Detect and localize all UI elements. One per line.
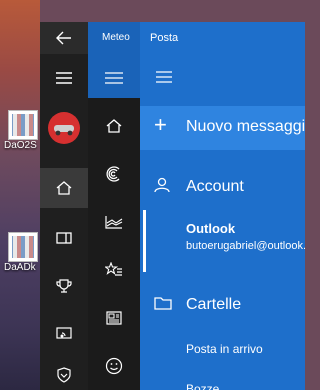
folder-item-inbox[interactable]: Posta in arrivo: [140, 338, 305, 364]
desktop-background: [0, 0, 40, 390]
folder-item-drafts[interactable]: Bozze: [140, 378, 305, 390]
accounts-header[interactable]: Account: [140, 168, 305, 204]
new-message-label: Nuovo messaggio: [186, 118, 305, 135]
person-icon: [154, 177, 170, 193]
broadcast-icon[interactable]: [40, 314, 88, 354]
hamburger-icon[interactable]: [40, 58, 88, 98]
chart-icon[interactable]: [88, 202, 140, 242]
hamburger-button[interactable]: [140, 62, 305, 94]
avatar[interactable]: [40, 108, 88, 148]
file-thumbnail-icon: [8, 232, 38, 262]
hamburger-icon[interactable]: [88, 58, 140, 98]
folder-label: Posta in arrivo: [186, 342, 263, 356]
folder-icon: [154, 297, 172, 310]
trophy-icon[interactable]: [40, 266, 88, 306]
shield-icon[interactable]: [40, 360, 88, 390]
desktop-shortcut[interactable]: DaO2S: [0, 110, 40, 151]
video-icon[interactable]: [40, 218, 88, 258]
accounts-label: Account: [186, 178, 244, 195]
desktop-shortcut-label: DaO2S: [4, 140, 37, 151]
account-email: butoerugabriel@outlook.com: [186, 240, 305, 252]
account-item-outlook[interactable]: Outlook butoerugabriel@outlook.com: [140, 218, 305, 266]
home-icon[interactable]: [88, 106, 140, 146]
file-thumbnail-icon: [8, 110, 38, 140]
forecast-icon[interactable]: [88, 154, 140, 194]
mail-app-title: Posta: [150, 32, 179, 44]
hamburger-icon: [156, 71, 172, 83]
desktop-shortcut[interactable]: DaADk: [0, 232, 40, 273]
plus-icon: +: [154, 112, 167, 137]
new-message-button[interactable]: + Nuovo messaggio: [140, 106, 305, 150]
smiley-icon[interactable]: [88, 346, 140, 386]
desktop-shortcut-label: DaADk: [4, 262, 36, 273]
weather-app-title: Meteo: [102, 32, 130, 43]
back-arrow-icon[interactable]: [40, 22, 88, 54]
account-name: Outlook: [186, 221, 236, 236]
home-icon[interactable]: [40, 168, 88, 208]
folders-header[interactable]: Cartelle: [140, 286, 305, 322]
folder-label: Bozze: [186, 382, 220, 390]
news-icon[interactable]: [88, 298, 140, 338]
folders-label: Cartelle: [186, 296, 242, 313]
favorites-icon[interactable]: [88, 250, 140, 290]
